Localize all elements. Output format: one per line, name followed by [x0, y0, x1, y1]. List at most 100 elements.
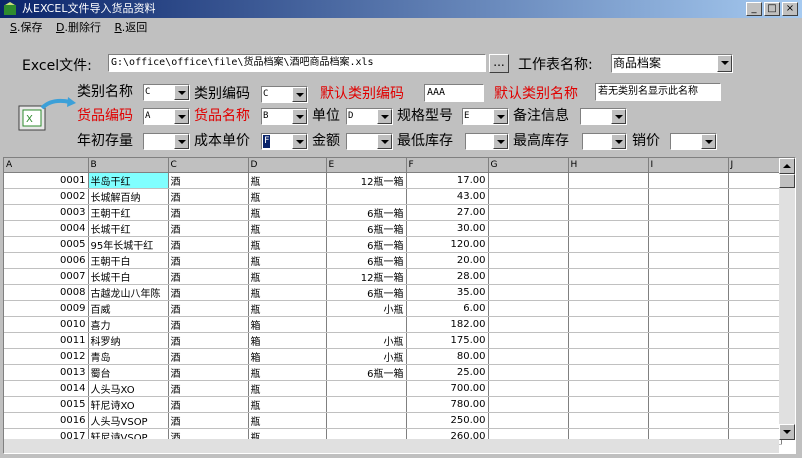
sheet-name-select[interactable]: 商品档案 [611, 54, 733, 73]
grid-cell[interactable]: 酒 [168, 332, 249, 349]
grid-cell[interactable]: 120.00 [406, 236, 489, 253]
grid-cell[interactable]: 人头马XO [88, 380, 169, 397]
grid-cell[interactable]: 6瓶一箱 [326, 204, 407, 221]
vertical-scrollbar[interactable] [779, 158, 795, 440]
grid-cell[interactable]: 0005 [4, 236, 89, 253]
grid-cell[interactable] [728, 300, 782, 317]
grid-cell[interactable]: 0012 [4, 348, 89, 365]
grid-cell[interactable]: 瓶 [248, 172, 327, 189]
grid-cell[interactable]: 瓶 [248, 236, 327, 253]
grid-cell[interactable]: 0015 [4, 396, 89, 413]
column-header-b[interactable]: B [88, 158, 169, 173]
grid-cell[interactable]: 酒 [168, 316, 249, 333]
column-header-h[interactable]: H [568, 158, 649, 173]
scroll-down-button[interactable] [779, 424, 795, 440]
grid-cell[interactable]: 0014 [4, 380, 89, 397]
grid-cell[interactable] [568, 268, 649, 285]
unit-col-select[interactable]: D [346, 108, 393, 125]
grid-cell[interactable]: 6瓶一箱 [326, 220, 407, 237]
grid-cell[interactable]: 700.00 [406, 380, 489, 397]
data-grid[interactable]: ABCDEFGHIJ 0001 半岛干红酒瓶 12瓶一箱 17.00 0002 长城解百纳… [3, 157, 796, 454]
grid-cell[interactable] [648, 300, 729, 317]
grid-cell[interactable]: 喜力 [88, 316, 169, 333]
grid-cell[interactable] [568, 172, 649, 189]
grid-cell[interactable] [648, 412, 729, 429]
grid-cell[interactable] [728, 188, 782, 205]
table-row[interactable]: 0011 科罗纳酒箱小瓶 175.00 [4, 332, 782, 349]
grid-cell[interactable]: 0002 [4, 188, 89, 205]
grid-cell[interactable]: 12瓶一箱 [326, 172, 407, 189]
grid-cell[interactable] [568, 236, 649, 253]
grid-cell[interactable] [728, 412, 782, 429]
maximize-button[interactable]: □ [764, 2, 780, 16]
grid-cell[interactable] [568, 316, 649, 333]
grid-cell[interactable]: 小瓶 [326, 348, 407, 365]
grid-cell[interactable]: 0007 [4, 268, 89, 285]
grid-cell[interactable]: 长城解百纳 [88, 188, 169, 205]
grid-cell[interactable]: 酒 [168, 300, 249, 317]
table-row[interactable]: 0008 古越龙山八年陈酒瓶 6瓶一箱 35.00 [4, 284, 782, 301]
grid-cell[interactable]: 250.00 [406, 412, 489, 429]
grid-cell[interactable] [488, 300, 569, 317]
table-row[interactable]: 0006 王朝干白酒瓶 6瓶一箱 20.00 [4, 252, 782, 269]
table-row[interactable]: 0010 喜力酒箱 182.00 [4, 316, 782, 333]
grid-cell[interactable]: 0013 [4, 364, 89, 381]
grid-cell[interactable]: 0004 [4, 220, 89, 237]
grid-cell[interactable]: 95年长城干红 [88, 236, 169, 253]
grid-cell[interactable]: 酒 [168, 396, 249, 413]
grid-cell[interactable] [568, 300, 649, 317]
table-row[interactable]: 0012 青岛酒箱小瓶 80.00 [4, 348, 782, 365]
grid-cell[interactable] [326, 412, 407, 429]
grid-cell[interactable]: 长城干白 [88, 268, 169, 285]
scroll-thumb[interactable] [779, 174, 795, 188]
grid-cell[interactable] [326, 380, 407, 397]
table-row[interactable]: 0004 长城干红酒瓶 6瓶一箱 30.00 [4, 220, 782, 237]
table-row[interactable]: 0005 95年长城干红酒瓶 6瓶一箱 120.00 [4, 236, 782, 253]
grid-cell[interactable]: 瓶 [248, 364, 327, 381]
grid-cell[interactable]: 瓶 [248, 284, 327, 301]
grid-cell[interactable]: 小瓶 [326, 300, 407, 317]
grid-cell[interactable]: 6瓶一箱 [326, 284, 407, 301]
grid-cell[interactable] [568, 348, 649, 365]
grid-cell[interactable] [648, 348, 729, 365]
grid-cell[interactable]: 酒 [168, 204, 249, 221]
grid-cell[interactable] [488, 380, 569, 397]
grid-cell[interactable]: 箱 [248, 316, 327, 333]
grid-cell[interactable] [648, 172, 729, 189]
column-header-d[interactable]: D [248, 158, 327, 173]
column-header-c[interactable]: C [168, 158, 249, 173]
grid-cell[interactable]: 轩尼诗XO [88, 396, 169, 413]
table-row[interactable]: 0014 人头马XO 酒瓶 700.00 [4, 380, 782, 397]
table-row[interactable]: 0003 王朝干红酒瓶 6瓶一箱 27.00 [4, 204, 782, 221]
default-category-name-input[interactable]: 若无类别名显示此名称 [595, 83, 721, 101]
max-stock-col-select[interactable] [582, 133, 627, 150]
browse-button[interactable]: ... [489, 54, 509, 73]
grid-cell[interactable] [648, 316, 729, 333]
grid-cell[interactable] [728, 380, 782, 397]
grid-cell[interactable]: 0003 [4, 204, 89, 221]
sale-price-col-select[interactable] [670, 133, 717, 150]
grid-cell[interactable]: 王朝干红 [88, 204, 169, 221]
grid-cell[interactable] [488, 204, 569, 221]
grid-cell[interactable]: 酒 [168, 364, 249, 381]
grid-cell[interactable] [648, 188, 729, 205]
grid-cell[interactable]: 80.00 [406, 348, 489, 365]
cost-price-col-select[interactable]: F [261, 133, 308, 150]
grid-cell[interactable]: 箱 [248, 348, 327, 365]
grid-cell[interactable]: 酒 [168, 268, 249, 285]
grid-cell[interactable] [488, 252, 569, 269]
menu-delete-row[interactable]: D.删除行 [56, 21, 101, 34]
menu-return[interactable]: R.返回 [114, 21, 147, 34]
grid-cell[interactable]: 17.00 [406, 172, 489, 189]
grid-cell[interactable] [568, 284, 649, 301]
grid-cell[interactable]: 百威 [88, 300, 169, 317]
grid-cell[interactable]: 瓶 [248, 380, 327, 397]
grid-cell[interactable]: 0009 [4, 300, 89, 317]
scroll-up-button[interactable] [779, 158, 795, 174]
grid-cell[interactable]: 酒 [168, 284, 249, 301]
grid-cell[interactable] [728, 268, 782, 285]
grid-cell[interactable]: 25.00 [406, 364, 489, 381]
grid-cell[interactable]: 蜀台 [88, 364, 169, 381]
column-header-a[interactable]: A [4, 158, 89, 173]
grid-cell[interactable] [326, 316, 407, 333]
